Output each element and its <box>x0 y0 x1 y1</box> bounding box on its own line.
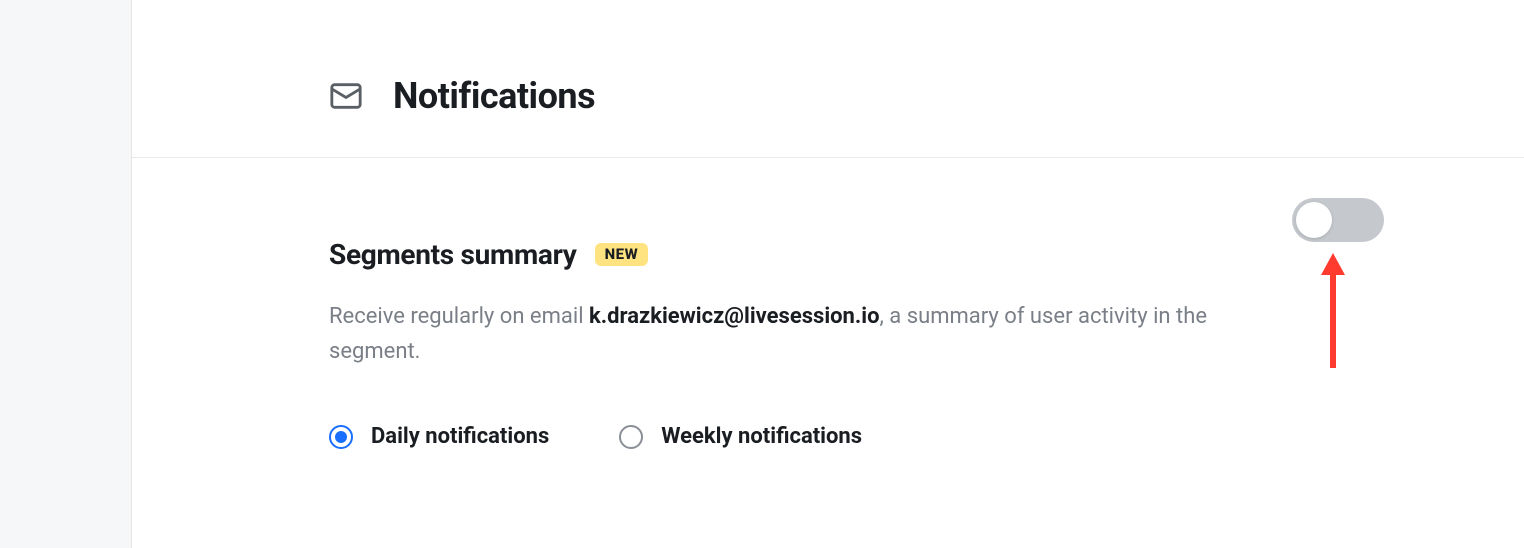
segments-summary-toggle[interactable] <box>1292 198 1384 242</box>
new-badge: NEW <box>595 243 649 266</box>
mail-icon <box>329 79 363 113</box>
page-title: Notifications <box>393 75 595 117</box>
left-panel <box>0 0 132 548</box>
toggle-knob <box>1296 202 1332 238</box>
desc-email: k.drazkiewicz@livesession.io <box>589 304 880 329</box>
main-content: Notifications Segments summary NEW Recei… <box>132 0 1524 548</box>
weekly-radio-label: Weekly notifications <box>661 424 862 449</box>
frequency-radio-group: Daily notifications Weekly notifications <box>329 424 1384 449</box>
section-title: Segments summary <box>329 238 577 271</box>
daily-radio[interactable]: Daily notifications <box>329 424 549 449</box>
page-header: Notifications <box>132 0 1524 158</box>
section-description: Receive regularly on email k.drazkiewicz… <box>329 299 1249 369</box>
arrow-annotation <box>1318 253 1348 377</box>
radio-indicator <box>619 425 643 449</box>
section-header: Segments summary NEW <box>329 238 1384 271</box>
weekly-radio[interactable]: Weekly notifications <box>619 424 862 449</box>
notifications-section: Segments summary NEW Receive regularly o… <box>132 158 1524 449</box>
radio-indicator <box>329 425 353 449</box>
desc-prefix: Receive regularly on email <box>329 304 589 329</box>
daily-radio-label: Daily notifications <box>371 424 549 449</box>
